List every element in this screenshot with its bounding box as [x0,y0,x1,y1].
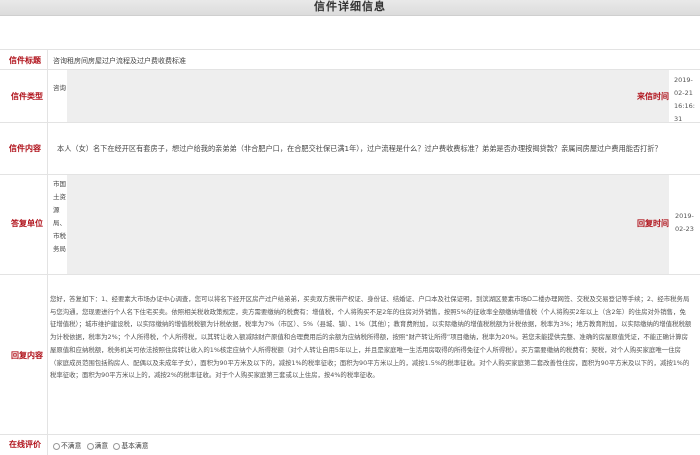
type-label: 信件类型 [11,92,43,101]
divider [0,274,700,275]
subject-label: 信件标题 [9,56,41,65]
rating-option-satisfied[interactable]: 满意 [86,442,108,450]
type-value: 咨询 [53,84,66,92]
label-column-divider [47,49,48,455]
rating-options: 不满意 满意 基本满意 [53,440,152,450]
radio-icon[interactable] [53,442,60,450]
reply-content-value: 您好，答复如下：1、经要素大市场办证中心调查，您可以将名下经开区房产过户给弟弟，… [50,295,692,380]
reply-content-label: 回复内容 [11,351,43,360]
rating-label: 在线评价 [9,440,41,449]
letter-time-value: 2019-02-21 16:16:31 [674,76,695,123]
radio-icon[interactable] [113,442,121,450]
reply-time-value: 2019-02-23 [675,212,694,233]
divider [0,49,700,50]
divider [0,122,700,123]
reply-time-label: 回复时间 [637,219,669,228]
reply-unit-label: 答复单位 [11,219,43,228]
content-value: 本人（女）名下在经开区有套房子，想过户给我的亲弟弟（非合肥户口，在合肥交社保已满… [57,144,662,153]
rating-option-basically-satisfied[interactable]: 基本满意 [113,442,149,450]
letter-time-label: 来信时间 [637,92,669,101]
subject-value: 咨询租房间房屋过户流程及过户费收费标准 [53,57,186,65]
divider [0,434,700,435]
reply-unit-grey-area [67,175,669,274]
type-grey-area [67,70,669,122]
radio-icon[interactable] [86,442,94,450]
content-label: 信件内容 [9,144,41,153]
page-title: 信件详细信息 [314,0,386,13]
title-bar: 信件详细信息 [0,0,700,16]
reply-unit-value: 市国土资源局、市税务局 [53,180,66,253]
rating-option-dissatisfied[interactable]: 不满意 [53,442,81,450]
